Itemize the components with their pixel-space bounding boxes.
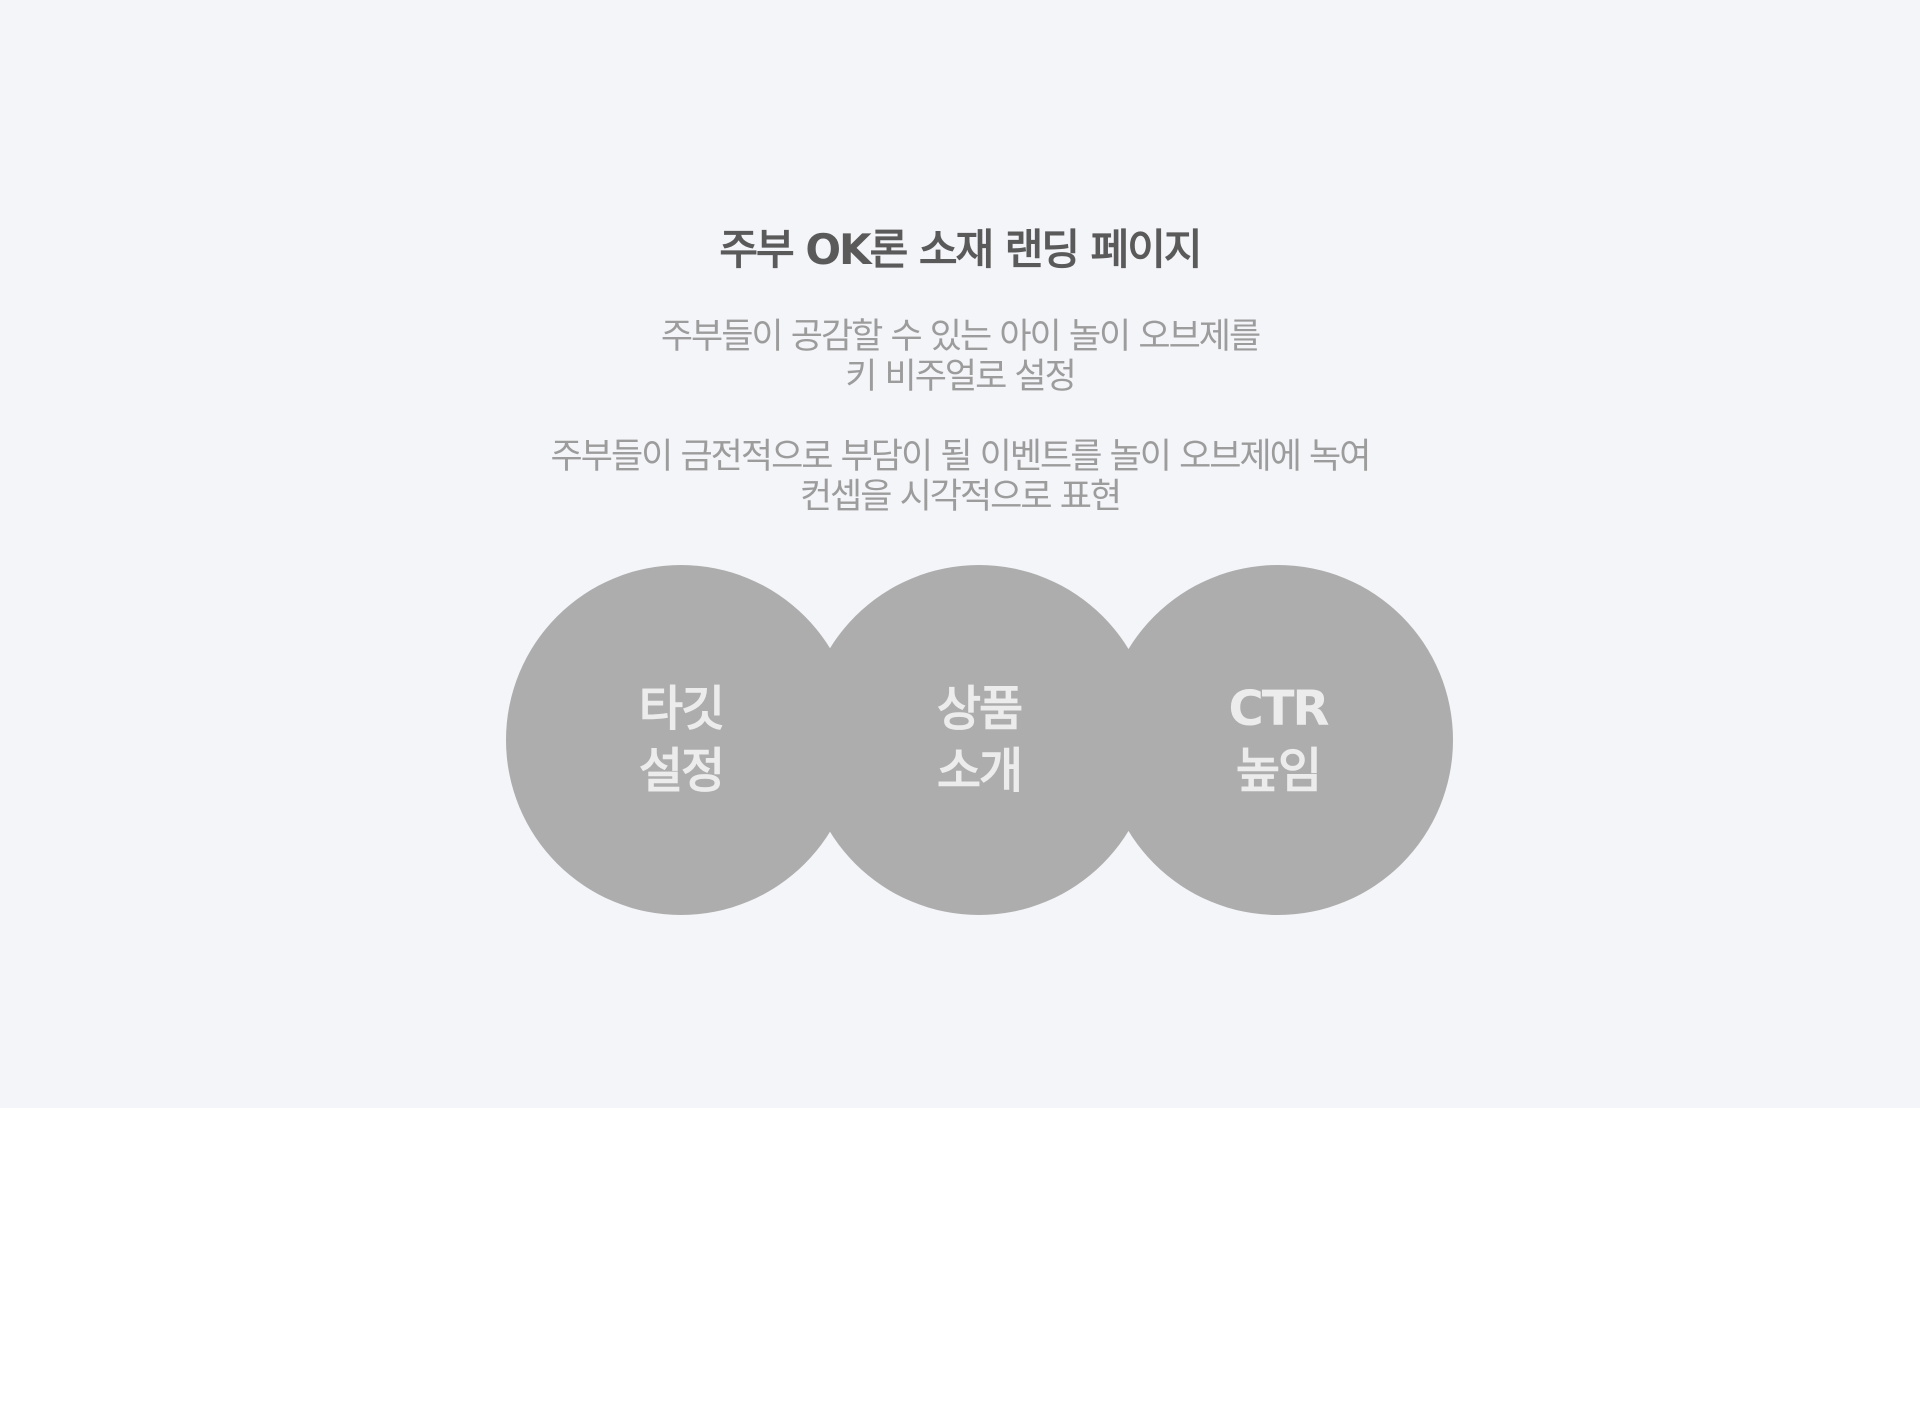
keyword-circles: 타깃 설정 상품 소개 CTR 높임 [0, 0, 1920, 1108]
circle-2-line-1: 상품 [936, 681, 1023, 737]
circle-2-line-2: 소개 [936, 743, 1023, 799]
circle-ctr-increase: CTR 높임 [1103, 565, 1453, 915]
circle-3-line-2: 높임 [1235, 743, 1322, 799]
landing-summary-section: 주부 OK론 소재 랜딩 페이지 주부들이 공감할 수 있는 아이 놀이 오브제… [0, 0, 1920, 1108]
circle-product-intro: 상품 소개 [804, 565, 1154, 915]
circle-1-line-1: 타깃 [638, 681, 725, 737]
blank-footer-area [0, 1108, 1920, 1427]
circle-3-line-1: CTR [1228, 681, 1330, 737]
circle-1-line-2: 설정 [638, 743, 725, 799]
